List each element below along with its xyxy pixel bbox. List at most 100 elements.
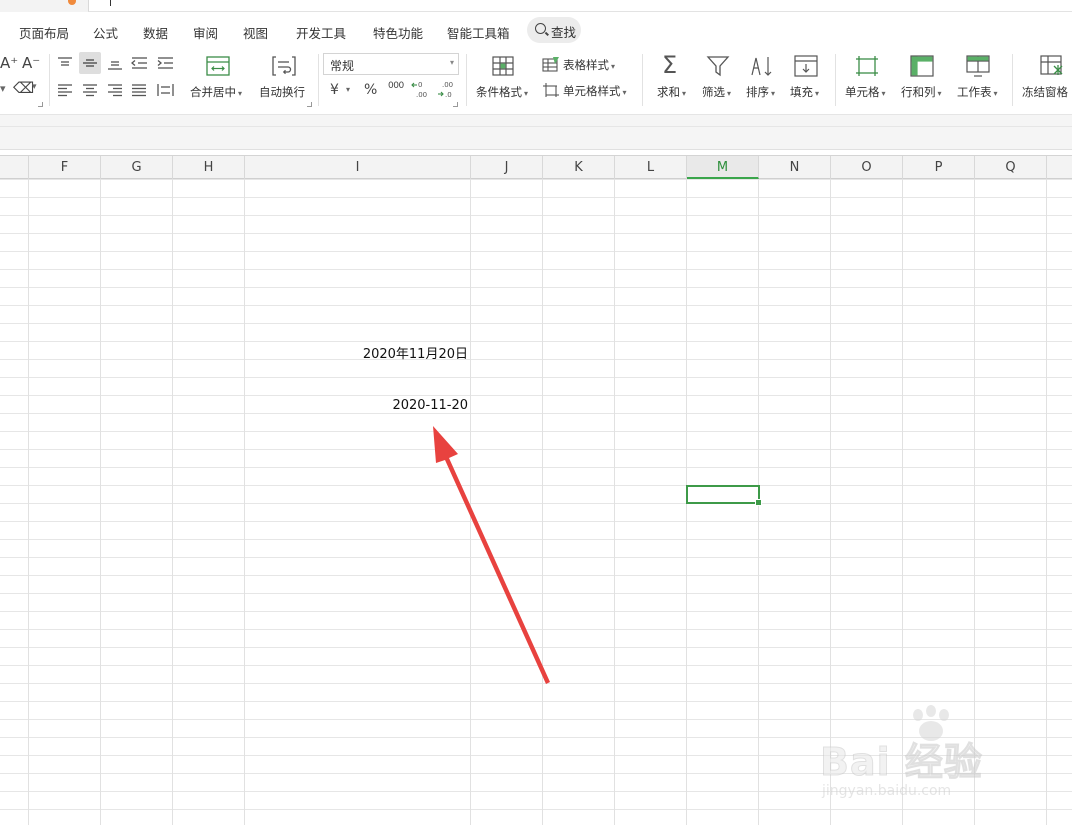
dropdown-icon[interactable]: ▾ (0, 83, 6, 94)
cell-style-button[interactable]: 单元格样式 (563, 83, 627, 99)
justify-icon[interactable] (131, 83, 147, 97)
wrap-text-icon[interactable] (272, 56, 296, 76)
column-header-k[interactable]: K (543, 156, 615, 179)
column-header-p[interactable]: P (903, 156, 975, 179)
fill-handle[interactable] (755, 499, 762, 506)
merge-center-icon[interactable] (206, 56, 230, 76)
tab-formulas[interactable]: 公式 (93, 23, 118, 42)
increase-decimal-icon[interactable]: 0.00 (411, 80, 431, 100)
column-header-f[interactable]: F (29, 156, 101, 179)
column-header-q[interactable]: Q (975, 156, 1047, 179)
red-arrow-annotation (433, 426, 550, 684)
tab-data[interactable]: 数据 (143, 23, 168, 42)
svg-text:.00: .00 (416, 91, 427, 99)
search-icon (535, 23, 546, 34)
filter-button[interactable]: 筛选 (702, 84, 731, 100)
sort-icon[interactable] (750, 55, 774, 77)
title-strip (0, 0, 1072, 12)
worksheet-icon[interactable] (966, 55, 990, 77)
search-button[interactable]: 查找 (527, 17, 581, 43)
tab-view[interactable]: 视图 (243, 23, 268, 42)
font-grow-button[interactable]: A⁺ (0, 56, 18, 71)
sum-button[interactable]: 求和 (657, 84, 686, 100)
tab-developer[interactable]: 开发工具 (296, 23, 346, 42)
separator (642, 54, 643, 106)
column-header-h[interactable]: H (173, 156, 245, 179)
svg-text:0: 0 (418, 81, 422, 89)
font-shrink-button[interactable]: A⁻ (22, 56, 40, 71)
conditional-format-icon[interactable] (492, 56, 514, 76)
cell-icon[interactable] (855, 55, 879, 77)
formula-bar-area (0, 114, 1072, 150)
tab-page-layout[interactable]: 页面布局 (19, 23, 69, 42)
gridline (1046, 179, 1047, 825)
number-format-value: 常规 (330, 59, 355, 73)
document-tab-area (88, 0, 1072, 12)
column-header-row: F G H I J K L M N O P Q (0, 155, 1072, 179)
selected-cell-m[interactable] (686, 485, 762, 506)
fill-icon[interactable] (794, 55, 818, 77)
table-style-icon[interactable] (542, 56, 560, 72)
row-column-icon[interactable] (910, 55, 934, 77)
decrease-indent-icon[interactable] (131, 56, 148, 70)
currency-format-button[interactable]: ¥ (330, 83, 339, 97)
row-column-button[interactable]: 行和列 (901, 84, 942, 100)
eraser-dropdown-icon[interactable]: ▾ (32, 83, 37, 92)
align-left-icon[interactable] (57, 83, 73, 97)
separator (835, 54, 836, 106)
formula-bar-divider (0, 126, 1072, 127)
separator (318, 54, 319, 106)
decrease-decimal-icon[interactable]: .00.0 (437, 80, 457, 100)
align-bottom-icon[interactable] (107, 56, 123, 70)
align-dialog-launcher-icon[interactable] (307, 102, 312, 107)
worksheet-button[interactable]: 工作表 (957, 84, 998, 100)
tab-smart-toolbox[interactable]: 智能工具箱 (447, 23, 510, 42)
currency-dropdown-icon[interactable]: ▾ (346, 86, 350, 94)
watermark-brand: Bai 经验 (820, 740, 983, 785)
filter-icon[interactable] (706, 55, 730, 77)
align-right-icon[interactable] (107, 83, 123, 97)
fill-button[interactable]: 填充 (790, 84, 819, 100)
freeze-panes-icon[interactable] (1040, 55, 1064, 77)
sum-icon[interactable]: Σ (662, 53, 677, 77)
sort-button[interactable]: 排序 (746, 84, 775, 100)
tab-review[interactable]: 审阅 (193, 23, 218, 42)
svg-text:.0: .0 (445, 91, 452, 99)
column-header-n[interactable]: N (759, 156, 831, 179)
tab-special-features[interactable]: 特色功能 (373, 23, 423, 42)
wrap-text-button[interactable]: 自动换行 (259, 84, 305, 100)
text-caret (110, 0, 111, 6)
search-label: 查找 (551, 25, 577, 40)
conditional-format-button[interactable]: 条件格式 (476, 84, 528, 100)
cell-button[interactable]: 单元格 (845, 84, 886, 100)
number-format-select[interactable]: 常规 ▾ (323, 53, 459, 75)
column-header-m[interactable]: M (687, 156, 759, 179)
column-header-partial[interactable] (0, 156, 29, 179)
cell-date-chinese[interactable]: 2020年11月20日 (363, 343, 468, 362)
separator (1012, 54, 1013, 106)
percent-format-button[interactable]: % (364, 83, 377, 97)
thousands-separator-button[interactable]: 000 (388, 82, 404, 91)
gridline (28, 179, 29, 825)
freeze-panes-button[interactable]: 冻结窗格 (1022, 84, 1068, 100)
gridline (172, 179, 173, 825)
table-style-button[interactable]: 表格样式 (563, 57, 615, 73)
number-dialog-launcher-icon[interactable] (453, 102, 458, 107)
increase-indent-icon[interactable] (157, 56, 174, 70)
tab-indicator-dot (68, 0, 76, 5)
cell-style-icon[interactable] (542, 82, 560, 98)
column-header-l[interactable]: L (615, 156, 687, 179)
align-top-icon[interactable] (57, 56, 73, 70)
separator (49, 54, 50, 106)
cell-date-iso[interactable]: 2020-11-20 (392, 398, 468, 413)
column-header-o[interactable]: O (831, 156, 903, 179)
merge-center-button[interactable]: 合并居中 (190, 84, 242, 100)
column-header-j[interactable]: J (471, 156, 543, 179)
gridline (244, 179, 245, 825)
align-center-icon[interactable] (82, 83, 98, 97)
font-dialog-launcher-icon[interactable] (38, 102, 43, 107)
chevron-down-icon: ▾ (449, 58, 454, 67)
distributed-align-icon[interactable] (157, 83, 174, 97)
column-header-i[interactable]: I (245, 156, 471, 179)
column-header-g[interactable]: G (101, 156, 173, 179)
